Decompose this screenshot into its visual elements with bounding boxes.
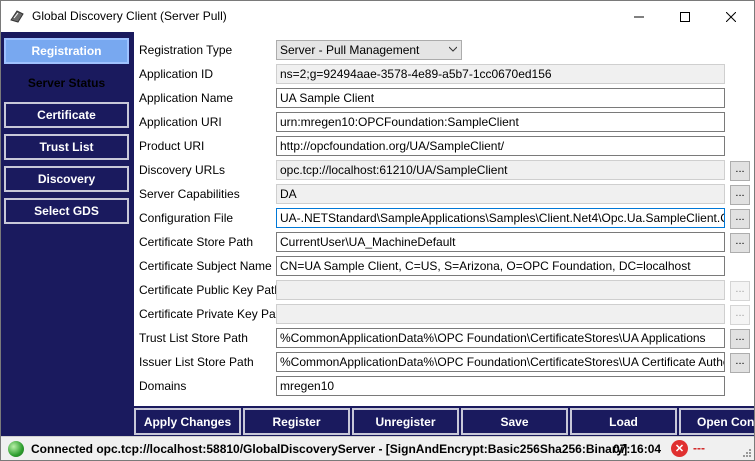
application-id-field[interactable]: ns=2;g=92494aae-3578-4e89-a5b7-1cc0670ed… — [276, 64, 725, 84]
nav-server-status-button[interactable]: Server Status — [4, 70, 129, 96]
connected-status-icon — [8, 441, 24, 457]
configuration-file-field[interactable]: UA-.NETStandard\SampleApplications\Sampl… — [276, 208, 725, 228]
configuration-file-label: Configuration File — [139, 211, 234, 225]
issuer-list-store-path-browse-button[interactable]: ... — [730, 353, 750, 373]
certificate-public-key-path-field[interactable] — [276, 280, 725, 300]
certificate-subject-name-field[interactable]: CN=UA Sample Client, C=US, S=Arizona, O=… — [276, 256, 725, 276]
certificate-subject-name-label: Certificate Subject Name — [139, 259, 272, 273]
discovery-urls-label: Discovery URLs — [139, 163, 226, 177]
product-uri-field[interactable]: http://opcfoundation.org/UA/SampleClient… — [276, 136, 725, 156]
status-bar: Connected opc.tcp://localhost:58810/Glob… — [1, 436, 754, 460]
register-button[interactable]: Register — [243, 408, 350, 435]
issuer-list-store-path-field[interactable]: %CommonApplicationData%\OPC Foundation\C… — [276, 352, 725, 372]
trust-list-store-path-label: Trust List Store Path — [139, 331, 248, 345]
server-capabilities-label: Server Capabilities — [139, 187, 240, 201]
configuration-file-browse-button[interactable]: ... — [730, 209, 750, 229]
certificate-store-path-field[interactable]: CurrentUser\UA_MachineDefault — [276, 232, 725, 252]
discovery-urls-browse-button[interactable]: ... — [730, 161, 750, 181]
maximize-icon — [680, 11, 690, 22]
application-name-field[interactable]: UA Sample Client — [276, 88, 725, 108]
registration-form: Registration Type Server - Pull Manageme… — [134, 32, 754, 406]
maximize-button[interactable] — [662, 1, 708, 32]
close-icon — [726, 11, 736, 22]
trust-list-store-path-browse-button[interactable]: ... — [730, 329, 750, 349]
disconnect-icon[interactable]: ✕ — [671, 440, 688, 457]
apply-changes-button[interactable]: Apply Changes — [134, 408, 241, 435]
certificate-store-path-label: Certificate Store Path — [139, 235, 254, 249]
domains-field[interactable]: mregen10 — [276, 376, 725, 396]
application-uri-field[interactable]: urn:mregen10:OPCFoundation:SampleClient — [276, 112, 725, 132]
nav-select-gds-button[interactable]: Select GDS — [4, 198, 129, 224]
unregister-button[interactable]: Unregister — [352, 408, 459, 435]
load-button[interactable]: Load — [570, 408, 677, 435]
application-id-label: Application ID — [139, 67, 214, 81]
certificate-private-key-path-browse-button[interactable]: ... — [730, 305, 750, 325]
certificate-public-key-path-label: Certificate Public Key Path — [139, 283, 282, 297]
nav-certificate-button[interactable]: Certificate — [4, 102, 129, 128]
registration-type-label: Registration Type — [139, 43, 233, 57]
resize-grip-icon[interactable] — [742, 448, 752, 458]
registration-type-select[interactable]: Server - Pull Management — [276, 40, 462, 60]
window-title: Global Discovery Client (Server Pull) — [32, 9, 227, 23]
product-uri-label: Product URI — [139, 139, 205, 153]
chevron-down-icon — [449, 46, 457, 52]
certificate-store-path-browse-button[interactable]: ... — [730, 233, 750, 253]
nav-registration-button[interactable]: Registration — [4, 38, 129, 64]
discovery-urls-field[interactable]: opc.tcp://localhost:61210/UA/SampleClien… — [276, 160, 725, 180]
nav-discovery-button[interactable]: Discovery — [4, 166, 129, 192]
nav-trust-list-button[interactable]: Trust List — [4, 134, 129, 160]
application-name-label: Application Name — [139, 91, 234, 105]
status-time: 07:16:04 — [613, 442, 662, 456]
minimize-button[interactable] — [616, 1, 662, 32]
save-button[interactable]: Save — [461, 408, 568, 435]
minimize-icon — [634, 16, 644, 17]
action-bar: Apply Changes Register Unregister Save L… — [134, 406, 754, 436]
application-uri-label: Application URI — [139, 115, 222, 129]
server-capabilities-browse-button[interactable]: ... — [730, 185, 750, 205]
certificate-public-key-path-browse-button[interactable]: ... — [730, 281, 750, 301]
title-bar: Global Discovery Client (Server Pull) — [1, 1, 754, 32]
issuer-list-store-path-label: Issuer List Store Path — [139, 355, 254, 369]
status-dashes: --- — [693, 441, 705, 455]
app-icon — [9, 8, 25, 24]
sidebar-nav: Registration Server Status Certificate T… — [1, 32, 134, 436]
open-config-button[interactable]: Open Con — [679, 408, 754, 435]
registration-type-value: Server - Pull Management — [280, 43, 420, 57]
server-capabilities-field[interactable]: DA — [276, 184, 725, 204]
connection-status-text: Connected opc.tcp://localhost:58810/Glob… — [31, 442, 628, 456]
certificate-private-key-path-field[interactable] — [276, 304, 725, 324]
close-button[interactable] — [708, 1, 754, 32]
certificate-private-key-path-label: Certificate Private Key Path — [139, 307, 286, 321]
trust-list-store-path-field[interactable]: %CommonApplicationData%\OPC Foundation\C… — [276, 328, 725, 348]
domains-label: Domains — [139, 379, 187, 393]
main-window: Global Discovery Client (Server Pull) Re… — [0, 0, 755, 461]
